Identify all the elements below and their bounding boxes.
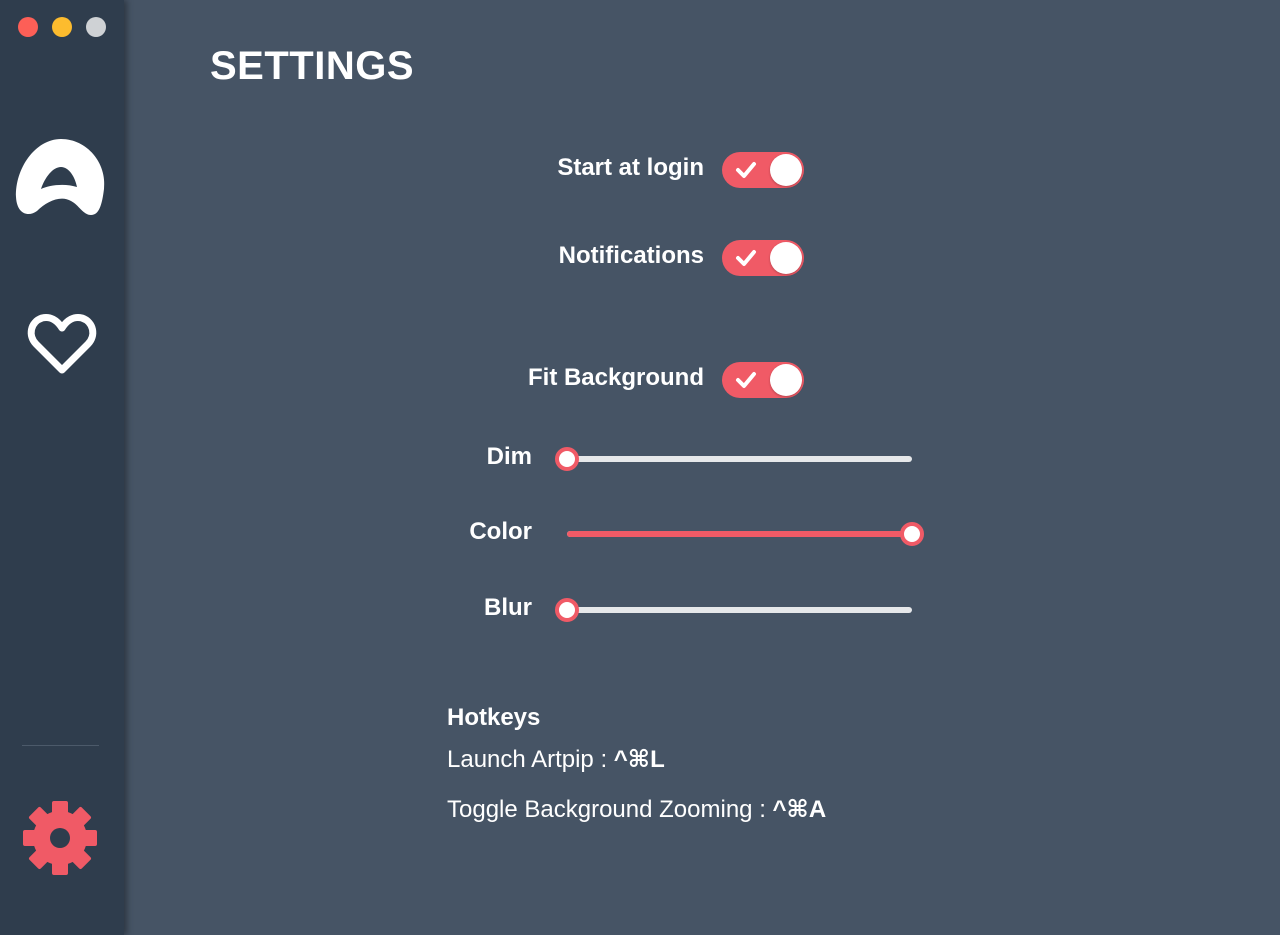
sidebar-item-artpip[interactable]: [15, 137, 107, 219]
hotkeys-heading: Hotkeys: [447, 704, 541, 731]
notifications-label: Notifications: [558, 242, 704, 269]
slider-track: [567, 456, 912, 462]
slider-thumb[interactable]: [555, 598, 579, 622]
hotkey-toggle-zoom-keys: ^⌘A: [772, 796, 827, 823]
hotkey-toggle-zoom-label: Toggle Background Zooming :: [447, 796, 773, 823]
page-title: SETTINGS: [210, 44, 415, 88]
start-at-login-toggle[interactable]: [722, 152, 804, 188]
blur-label: Blur: [484, 594, 532, 621]
blur-slider[interactable]: [555, 598, 912, 622]
sidebar-item-favorites[interactable]: [26, 310, 98, 378]
toggle-knob: [770, 242, 802, 274]
artpip-logo-icon: [15, 139, 105, 215]
gear-icon: [23, 801, 97, 875]
color-slider[interactable]: [567, 522, 924, 546]
slider-track: [567, 607, 912, 613]
sidebar: [0, 0, 124, 935]
checkmark-icon: [736, 372, 756, 388]
slider-fill: [567, 531, 912, 537]
hotkey-toggle-zoom: Toggle Background Zooming : ^⌘A: [447, 795, 826, 824]
toggle-knob: [770, 154, 802, 186]
fit-background-toggle[interactable]: [722, 362, 804, 398]
hotkey-launch-keys: ^⌘L: [613, 746, 665, 773]
minimize-window-button[interactable]: [52, 17, 72, 37]
checkmark-icon: [736, 162, 756, 178]
hotkey-launch-label: Launch Artpip :: [447, 746, 614, 773]
fit-background-label: Fit Background: [527, 364, 704, 391]
close-window-button[interactable]: [18, 17, 38, 37]
slider-thumb[interactable]: [555, 447, 579, 471]
notifications-toggle[interactable]: [722, 240, 804, 276]
dim-slider[interactable]: [555, 447, 912, 471]
toggle-knob: [770, 364, 802, 396]
sidebar-item-settings[interactable]: [22, 800, 98, 876]
heart-icon: [27, 314, 97, 374]
color-label: Color: [469, 518, 532, 545]
hotkey-launch: Launch Artpip : ^⌘L: [447, 745, 665, 774]
slider-thumb[interactable]: [900, 522, 924, 546]
maximize-window-button[interactable]: [86, 17, 106, 37]
start-at-login-label: Start at login: [557, 154, 704, 181]
checkmark-icon: [736, 250, 756, 266]
dim-label: Dim: [486, 443, 532, 470]
sidebar-divider: [22, 745, 99, 746]
